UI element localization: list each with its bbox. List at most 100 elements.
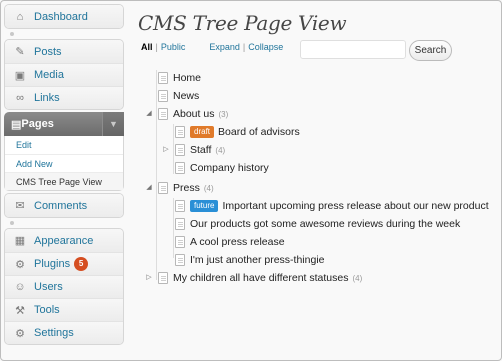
menu-comments[interactable]: ✉ Comments bbox=[5, 194, 123, 217]
page-icon bbox=[158, 182, 168, 194]
menu-comments-label: Comments bbox=[34, 199, 88, 212]
menu-media[interactable]: ▣ Media bbox=[5, 63, 123, 86]
filter-public[interactable]: Public bbox=[161, 42, 186, 52]
tree-node-label[interactable]: Staff bbox=[190, 144, 211, 156]
menu-group-pages: ▤ Pages ▼ Edit Add New CMS Tree Page Vie… bbox=[4, 112, 124, 191]
menu-group-settings: ▦ Appearance ⚙ Plugins 5 ☺ Users ⚒ Tools… bbox=[4, 228, 124, 345]
menu-group-comments: ✉ Comments bbox=[4, 193, 124, 218]
tree-node-label[interactable]: Our products got some awesome reviews du… bbox=[190, 218, 460, 230]
menu-posts[interactable]: ✎ Posts bbox=[5, 40, 123, 63]
page-icon bbox=[175, 144, 185, 156]
tools-icon: ⚒ bbox=[15, 304, 25, 317]
child-count: (4) bbox=[352, 273, 363, 283]
tree-node[interactable]: draft Board of advisors bbox=[175, 124, 300, 140]
page-icon bbox=[158, 272, 168, 284]
tree-node-label[interactable]: A cool press release bbox=[190, 236, 285, 248]
expand-collapse-separator: | bbox=[242, 42, 246, 52]
tree-node-label[interactable]: Important upcoming press release about o… bbox=[222, 200, 488, 212]
menu-plugins[interactable]: ⚙ Plugins 5 bbox=[5, 252, 123, 275]
main-content: CMS Tree Page View bbox=[138, 4, 498, 38]
tree-node[interactable]: Company history bbox=[175, 160, 269, 176]
settings-icon: ⚙ bbox=[15, 327, 25, 340]
status-badge-draft: draft bbox=[190, 126, 215, 138]
menu-links[interactable]: ∞ Links bbox=[5, 86, 123, 109]
tree-node[interactable]: I'm just another press-thingie bbox=[175, 252, 325, 268]
menu-pages[interactable]: ▤ Pages ▼ bbox=[4, 112, 124, 136]
submenu-cms-tree-page-view[interactable]: CMS Tree Page View bbox=[5, 172, 123, 190]
collapse-arrow-icon[interactable]: ◢ bbox=[145, 109, 153, 117]
search-button[interactable]: Search bbox=[409, 40, 452, 61]
tree-node-label[interactable]: Press bbox=[173, 182, 200, 194]
menu-dashboard[interactable]: ⌂ Dashboard bbox=[5, 5, 123, 28]
submenu-edit[interactable]: Edit bbox=[5, 136, 123, 154]
page-title: CMS Tree Page View bbox=[138, 11, 347, 35]
menu-group-dashboard: ⌂ Dashboard bbox=[4, 4, 124, 29]
tree-node-label[interactable]: My children all have different statuses bbox=[173, 272, 348, 284]
menu-dashboard-label: Dashboard bbox=[34, 10, 88, 23]
tree-node-label[interactable]: Home bbox=[173, 72, 201, 84]
tree-node[interactable]: About us (3) bbox=[158, 106, 228, 122]
menu-users[interactable]: ☺ Users bbox=[5, 275, 123, 298]
menu-separator bbox=[4, 29, 124, 39]
menu-appearance-label: Appearance bbox=[34, 234, 94, 247]
menu-media-label: Media bbox=[34, 69, 64, 81]
tree-node[interactable]: Press (4) bbox=[158, 180, 214, 196]
child-count: (3) bbox=[218, 109, 229, 119]
tree-node-label[interactable]: I'm just another press-thingie bbox=[190, 254, 325, 266]
tree-node-label[interactable]: Board of advisors bbox=[218, 126, 300, 138]
menu-links-label: Links bbox=[34, 92, 60, 104]
page-icon bbox=[175, 162, 185, 174]
menu-settings-label: Settings bbox=[34, 327, 74, 339]
filter-separator: | bbox=[155, 42, 158, 52]
collapse-link[interactable]: Collapse bbox=[248, 42, 283, 52]
menu-group-content: ✎ Posts ▣ Media ∞ Links bbox=[4, 39, 124, 110]
expand-link[interactable]: Expand bbox=[209, 42, 240, 52]
tree-node[interactable]: A cool press release bbox=[175, 234, 285, 250]
menu-settings[interactable]: ⚙ Settings bbox=[5, 321, 123, 344]
pages-submenu: Edit Add New CMS Tree Page View bbox=[4, 136, 124, 191]
tree-node[interactable]: News bbox=[158, 88, 199, 104]
menu-tools[interactable]: ⚒ Tools bbox=[5, 298, 123, 321]
page-icon bbox=[175, 200, 185, 212]
menu-tools-label: Tools bbox=[34, 304, 60, 316]
comment-icon: ✉ bbox=[15, 200, 25, 212]
child-count: (4) bbox=[215, 145, 226, 155]
tree-node[interactable]: Staff (4) bbox=[175, 142, 225, 158]
link-icon: ∞ bbox=[16, 92, 24, 104]
tree-node[interactable]: future Important upcoming press release … bbox=[175, 198, 489, 214]
dashboard-icon: ⌂ bbox=[16, 10, 24, 23]
page-icon bbox=[175, 218, 185, 230]
menu-plugins-label: Plugins bbox=[34, 258, 71, 270]
submenu-add-new[interactable]: Add New bbox=[5, 154, 123, 172]
pin-icon: ✎ bbox=[15, 46, 25, 58]
admin-sidebar: ⌂ Dashboard ✎ Posts ▣ Media ∞ Links ▤ Pa… bbox=[4, 4, 124, 345]
page-icon bbox=[158, 108, 168, 120]
appearance-icon: ▦ bbox=[14, 235, 26, 247]
page-icon bbox=[158, 90, 168, 102]
tree-node-label[interactable]: News bbox=[173, 90, 199, 102]
search-input[interactable] bbox=[300, 40, 406, 59]
tree-node-label[interactable]: Company history bbox=[190, 162, 269, 174]
pages-icon: ▤ bbox=[11, 118, 22, 131]
tree-node[interactable]: Home bbox=[158, 70, 201, 86]
collapse-arrow-icon[interactable]: ◢ bbox=[145, 183, 153, 191]
expand-arrow-icon[interactable]: ▷ bbox=[145, 273, 153, 281]
tree-node[interactable]: My children all have different statuses … bbox=[158, 270, 362, 286]
menu-pages-toggle-icon[interactable]: ▼ bbox=[102, 112, 124, 136]
tree-node[interactable]: Our products got some awesome reviews du… bbox=[175, 216, 460, 232]
menu-appearance[interactable]: ▦ Appearance bbox=[5, 229, 123, 252]
filter-all[interactable]: All bbox=[141, 42, 153, 52]
users-icon: ☺ bbox=[14, 281, 26, 293]
media-icon: ▣ bbox=[14, 69, 26, 82]
menu-pages-label: Pages bbox=[21, 118, 54, 130]
tree-node-label[interactable]: About us bbox=[173, 108, 214, 120]
page-icon bbox=[158, 72, 168, 84]
view-filter-nav: All | Public Expand | Collapse bbox=[141, 42, 283, 52]
expand-arrow-icon[interactable]: ▷ bbox=[162, 145, 170, 153]
plugin-icon: ⚙ bbox=[15, 258, 25, 271]
page-icon bbox=[175, 254, 185, 266]
menu-users-label: Users bbox=[34, 281, 63, 293]
plugins-update-badge: 5 bbox=[74, 257, 89, 271]
menu-separator-2 bbox=[4, 218, 124, 228]
page-icon bbox=[175, 126, 185, 138]
